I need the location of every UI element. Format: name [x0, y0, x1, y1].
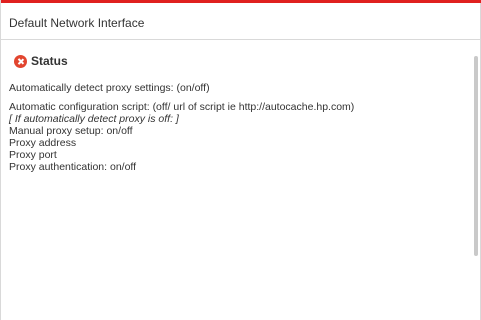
auto-detect-proxy-text: Automatically detect proxy settings: (on…	[9, 82, 210, 94]
auto-detect-off-note: [ If automatically detect proxy is off: …	[9, 113, 179, 125]
auto-config-script-text: Automatic configuration script: (off/ ur…	[9, 101, 355, 113]
panel-header: Default Network Interface	[1, 3, 480, 40]
vertical-scrollbar[interactable]	[474, 56, 478, 256]
proxy-authentication-text: Proxy authentication: on/off	[9, 161, 137, 173]
manual-proxy-setup-text: Manual proxy setup: on/off	[9, 125, 133, 137]
error-circle-icon	[14, 55, 27, 68]
proxy-address-text: Proxy address	[9, 137, 77, 149]
proxy-port-text: Proxy port	[9, 149, 57, 161]
status-label: Status	[31, 54, 68, 68]
network-interface-panel: Default Network Interface Status Automat…	[0, 0, 481, 320]
panel-content: Status Automatically detect proxy settin…	[1, 40, 469, 320]
panel-title: Default Network Interface	[9, 16, 145, 30]
